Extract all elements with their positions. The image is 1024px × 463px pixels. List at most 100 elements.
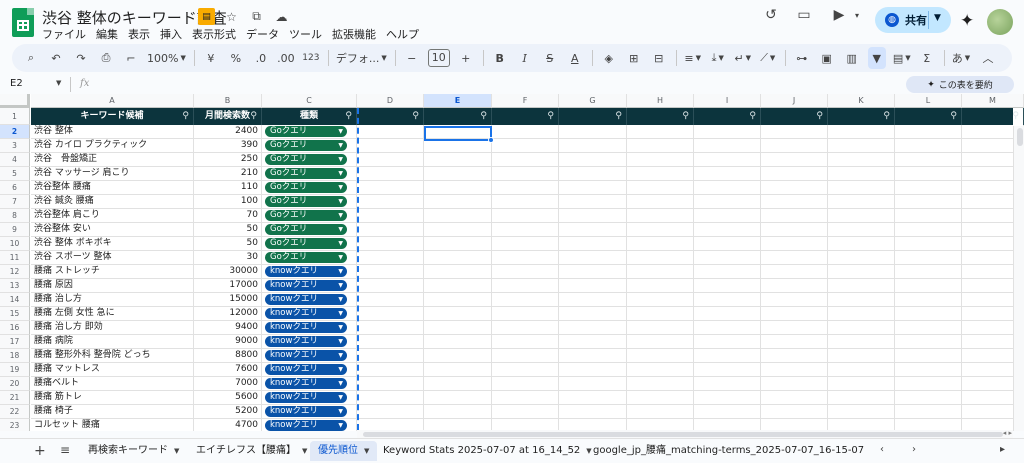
empty-cell[interactable] <box>492 391 559 405</box>
volume-cell[interactable]: 30000 <box>194 265 262 279</box>
search-menus-icon[interactable]: ⌕ <box>22 47 40 69</box>
empty-cell[interactable] <box>357 195 424 209</box>
filter-icon[interactable]: ▼ <box>867 47 886 69</box>
row-header[interactable]: 23 <box>0 419 30 431</box>
empty-cell[interactable] <box>357 335 424 349</box>
empty-cell[interactable] <box>694 307 761 321</box>
empty-cell[interactable] <box>828 279 895 293</box>
text-rotation-icon[interactable]: ⟋ ▼ <box>759 47 777 69</box>
empty-cell[interactable] <box>828 167 895 181</box>
volume-cell[interactable]: 250 <box>194 153 262 167</box>
empty-cell[interactable] <box>559 167 627 181</box>
chip-dropdown-icon[interactable]: ▼ <box>338 210 343 221</box>
header-filter-cell[interactable]: ⚲ <box>828 108 895 125</box>
empty-cell[interactable] <box>357 181 424 195</box>
header-filter-cell[interactable]: ⚲ <box>694 108 761 125</box>
menu-item[interactable]: ファイル <box>42 26 86 42</box>
empty-cell[interactable] <box>492 293 559 307</box>
chip-dropdown-icon[interactable]: ▼ <box>338 140 343 151</box>
select-all-corner[interactable] <box>0 94 30 108</box>
type-dropdown-chip[interactable]: Goクエリ ▼ <box>265 238 347 249</box>
empty-cell[interactable] <box>694 153 761 167</box>
empty-cell[interactable] <box>828 293 895 307</box>
chip-dropdown-icon[interactable]: ▼ <box>338 168 343 179</box>
empty-cell[interactable] <box>559 265 627 279</box>
insert-chart-icon[interactable]: ▥ <box>843 47 861 69</box>
collapse-menus-icon[interactable]: ︿ <box>979 47 997 69</box>
empty-cell[interactable] <box>627 405 694 419</box>
empty-cell[interactable] <box>895 181 962 195</box>
keyword-cell[interactable]: 渋谷整体 腰痛 <box>31 181 194 195</box>
empty-cell[interactable] <box>559 209 627 223</box>
empty-cell[interactable] <box>424 153 492 167</box>
volume-cell[interactable]: 5600 <box>194 391 262 405</box>
row-header[interactable]: 10 <box>0 237 30 251</box>
all-sheets-icon[interactable]: ≡ <box>60 443 70 457</box>
empty-cell[interactable] <box>761 363 828 377</box>
empty-cell[interactable] <box>694 349 761 363</box>
empty-cell[interactable] <box>761 251 828 265</box>
paint-format-icon[interactable]: ⌐ <box>122 47 140 69</box>
increase-decimal-button[interactable]: .00 <box>277 47 295 69</box>
empty-cell[interactable] <box>761 405 828 419</box>
menu-item[interactable]: 表示形式 <box>192 26 236 42</box>
empty-cell[interactable] <box>559 307 627 321</box>
menu-item[interactable]: 編集 <box>96 26 118 42</box>
empty-cell[interactable] <box>357 363 424 377</box>
chip-dropdown-icon[interactable]: ▼ <box>338 392 343 403</box>
functions-icon[interactable]: Σ <box>918 47 936 69</box>
empty-cell[interactable] <box>627 335 694 349</box>
row-header[interactable]: 8 <box>0 209 30 223</box>
empty-cell[interactable] <box>424 363 492 377</box>
filter-toggle-icon[interactable]: ⚲ <box>883 108 890 125</box>
chip-dropdown-icon[interactable]: ▼ <box>338 182 343 193</box>
empty-cell[interactable] <box>761 377 828 391</box>
chip-dropdown-icon[interactable]: ▼ <box>338 308 343 319</box>
empty-cell[interactable] <box>492 195 559 209</box>
type-cell[interactable]: Goクエリ ▼ <box>262 125 357 139</box>
empty-cell[interactable] <box>895 293 962 307</box>
chip-dropdown-icon[interactable]: ▼ <box>338 378 343 389</box>
empty-cell[interactable] <box>424 307 492 321</box>
empty-cell[interactable] <box>895 251 962 265</box>
empty-cell[interactable] <box>492 405 559 419</box>
keyword-cell[interactable]: 渋谷 整体 ボキボキ <box>31 237 194 251</box>
empty-cell[interactable] <box>492 237 559 251</box>
table-header-cell[interactable]: 月間検索数 ⚲ <box>194 108 262 125</box>
redo-icon[interactable]: ↷ <box>72 47 90 69</box>
empty-cell[interactable] <box>627 167 694 181</box>
empty-cell[interactable] <box>357 321 424 335</box>
vertical-scrollbar[interactable] <box>1013 126 1024 431</box>
sheet-tab[interactable]: Keyword Stats 2025-07-07 at 16_14_52 ▼ <box>375 441 600 461</box>
empty-cell[interactable] <box>357 377 424 391</box>
header-filter-cell[interactable]: ⚲ <box>627 108 694 125</box>
chip-dropdown-icon[interactable]: ▼ <box>338 252 343 263</box>
avatar[interactable] <box>987 9 1013 35</box>
type-cell[interactable]: knowクエリ ▼ <box>262 419 357 431</box>
text-color-icon[interactable]: A <box>566 47 584 69</box>
type-dropdown-chip[interactable]: Goクエリ ▼ <box>265 210 347 221</box>
undo-icon[interactable]: ↶ <box>47 47 65 69</box>
column-header-j[interactable]: J <box>761 94 828 108</box>
empty-cell[interactable] <box>828 377 895 391</box>
empty-cell[interactable] <box>895 307 962 321</box>
empty-cell[interactable] <box>761 181 828 195</box>
type-cell[interactable]: knowクエリ ▼ <box>262 349 357 363</box>
row-header[interactable]: 17 <box>0 335 30 349</box>
empty-cell[interactable] <box>895 321 962 335</box>
type-cell[interactable]: Goクエリ ▼ <box>262 237 357 251</box>
empty-cell[interactable] <box>828 209 895 223</box>
empty-cell[interactable] <box>761 223 828 237</box>
scroll-tabs-right-icon[interactable]: › <box>912 444 916 455</box>
empty-cell[interactable] <box>895 125 962 139</box>
fill-handle[interactable] <box>488 137 494 143</box>
chip-dropdown-icon[interactable]: ▼ <box>338 238 343 249</box>
keyword-cell[interactable]: 腰痛 ストレッチ <box>31 265 194 279</box>
row-header[interactable]: 7 <box>0 195 30 209</box>
empty-cell[interactable] <box>694 391 761 405</box>
input-tools-button[interactable]: あ ▼ <box>952 47 970 69</box>
sheet-tab-menu-icon[interactable]: ▼ <box>364 447 369 455</box>
type-cell[interactable]: knowクエリ ▼ <box>262 377 357 391</box>
column-header-b[interactable]: B <box>194 94 262 108</box>
volume-cell[interactable]: 8800 <box>194 349 262 363</box>
